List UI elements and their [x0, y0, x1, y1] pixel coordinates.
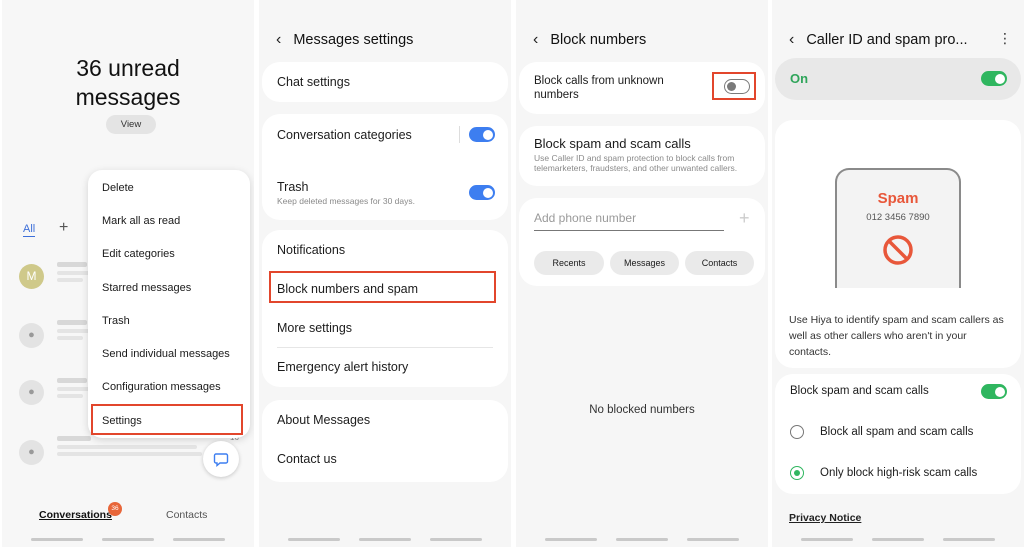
- block-numbers-highlight: [269, 271, 496, 303]
- chat-bubble-icon: [213, 453, 229, 467]
- menu-item-starred[interactable]: Starred messages: [102, 282, 191, 294]
- block-spam-toggle[interactable]: [981, 384, 1007, 399]
- about-messages-item[interactable]: About Messages: [277, 413, 496, 427]
- more-settings-item[interactable]: More settings: [277, 321, 496, 335]
- unread-headline-2: messages: [75, 84, 181, 110]
- messages-chip[interactable]: Messages: [610, 251, 679, 275]
- tab-contacts[interactable]: Contacts: [166, 509, 207, 521]
- divider: [277, 347, 493, 348]
- hiya-description: Use Hiya to identify spam and scam calle…: [789, 314, 1004, 358]
- card-chat: Chat settings: [262, 62, 508, 102]
- conversations-screen: 36 unread messages View All + M ● ● ● 16…: [2, 0, 254, 547]
- on-label: On: [790, 71, 809, 86]
- empty-state: No blocked numbers: [589, 404, 695, 416]
- messages-settings-screen: ‹ Messages settings Chat settings Conver…: [259, 0, 511, 547]
- card-add-number: Add phone number + Recents Messages Cont…: [519, 198, 765, 286]
- trash-item[interactable]: Trash Keep deleted messages for 30 days.: [277, 180, 496, 206]
- list-item-blur[interactable]: [57, 436, 207, 468]
- block-numbers-screen: ‹ Block numbers Block calls from unknown…: [516, 0, 768, 547]
- notifications-item[interactable]: Notifications: [277, 243, 496, 257]
- card-about: About Messages Contact us: [262, 400, 508, 482]
- back-arrow-icon[interactable]: ‹: [276, 31, 281, 49]
- tab-conversations[interactable]: Conversations: [39, 509, 112, 521]
- radio-high-label[interactable]: Only block high-risk scam calls: [820, 467, 1009, 479]
- spam-number: 012 3456 7890: [866, 212, 930, 223]
- conversation-categories-toggle[interactable]: [469, 127, 495, 142]
- conversation-categories-item[interactable]: Conversation categories: [277, 128, 496, 142]
- header: ‹ Messages settings: [276, 31, 413, 49]
- menu-item-configuration[interactable]: Configuration messages: [102, 381, 221, 393]
- compose-button[interactable]: [203, 441, 239, 477]
- toggle-highlight: [712, 72, 756, 100]
- add-icon[interactable]: +: [739, 208, 750, 229]
- tab-all[interactable]: All: [23, 223, 36, 237]
- system-nav-bar: [516, 538, 768, 541]
- menu-item-trash[interactable]: Trash: [102, 315, 130, 327]
- trash-toggle[interactable]: [469, 185, 495, 200]
- unread-headline-1: 36 unread: [76, 55, 180, 81]
- menu-item-edit-categories[interactable]: Edit categories: [102, 248, 175, 260]
- system-nav-bar: [2, 538, 254, 541]
- radio-all-unselected[interactable]: [790, 425, 804, 439]
- page-title: Block numbers: [550, 32, 647, 48]
- settings-highlight: [91, 404, 243, 435]
- block-unknown-item[interactable]: Block calls from unknown numbers: [534, 74, 684, 102]
- avatar: ●: [19, 323, 44, 348]
- recents-chip[interactable]: Recents: [534, 251, 604, 275]
- view-button[interactable]: View: [106, 115, 156, 134]
- system-nav-bar: [772, 538, 1024, 541]
- chat-settings-item[interactable]: Chat settings: [277, 75, 496, 89]
- privacy-notice-link[interactable]: Privacy Notice: [789, 512, 861, 524]
- radio-all-label[interactable]: Block all spam and scam calls: [820, 426, 1009, 438]
- page-title: Messages settings: [293, 32, 414, 48]
- back-arrow-icon[interactable]: ‹: [789, 31, 794, 49]
- unread-badge: 36: [108, 502, 122, 516]
- add-category-icon[interactable]: +: [59, 219, 68, 237]
- master-toggle[interactable]: [981, 71, 1007, 86]
- back-arrow-icon[interactable]: ‹: [533, 31, 538, 49]
- add-phone-input[interactable]: Add phone number: [534, 211, 724, 231]
- card-categories-trash: Conversation categories Trash Keep delet…: [262, 114, 508, 220]
- avatar: M: [19, 264, 44, 289]
- emergency-alert-item[interactable]: Emergency alert history: [277, 360, 496, 374]
- avatar: ●: [19, 440, 44, 465]
- overflow-menu: Delete Mark all as read Edit categories …: [88, 170, 250, 438]
- block-spam-item[interactable]: Block spam and scam calls Use Caller ID …: [534, 136, 753, 173]
- header: ‹ Block numbers: [533, 31, 646, 49]
- caller-id-screen: ‹ Caller ID and spam pro... ⋮ On Spam 01…: [772, 0, 1024, 547]
- avatar: ●: [19, 380, 44, 405]
- system-nav-bar: [259, 538, 511, 541]
- prohibited-icon: [883, 235, 913, 265]
- header: ‹ Caller ID and spam pro...: [789, 31, 968, 49]
- menu-item-send-individual[interactable]: Send individual messages: [102, 348, 230, 360]
- radio-high-selected[interactable]: [790, 466, 804, 480]
- card-spam-options: Block spam and scam calls Block all spam…: [775, 374, 1021, 494]
- block-spam-item[interactable]: Block spam and scam calls: [790, 385, 1009, 397]
- contact-us-item[interactable]: Contact us: [277, 452, 496, 466]
- card-illustration: Spam 012 3456 7890 Use Hiya to identify …: [775, 120, 1021, 368]
- page-title: Caller ID and spam pro...: [806, 32, 968, 48]
- menu-item-mark-all-read[interactable]: Mark all as read: [102, 215, 180, 227]
- block-spam-subtitle: Use Caller ID and spam protection to blo…: [534, 153, 738, 173]
- master-switch-bar[interactable]: On: [775, 58, 1021, 100]
- more-options-icon[interactable]: ⋮: [998, 30, 1012, 47]
- separator: [459, 126, 460, 143]
- card-spam: Block spam and scam calls Use Caller ID …: [519, 126, 765, 186]
- trash-subtitle: Keep deleted messages for 30 days.: [277, 196, 415, 206]
- spam-title: Spam: [877, 190, 919, 207]
- menu-item-delete[interactable]: Delete: [102, 182, 134, 194]
- contacts-chip[interactable]: Contacts: [685, 251, 754, 275]
- card-notifications: Notifications Block numbers and spam Mor…: [262, 230, 508, 387]
- phone-illustration: Spam 012 3456 7890: [835, 168, 961, 288]
